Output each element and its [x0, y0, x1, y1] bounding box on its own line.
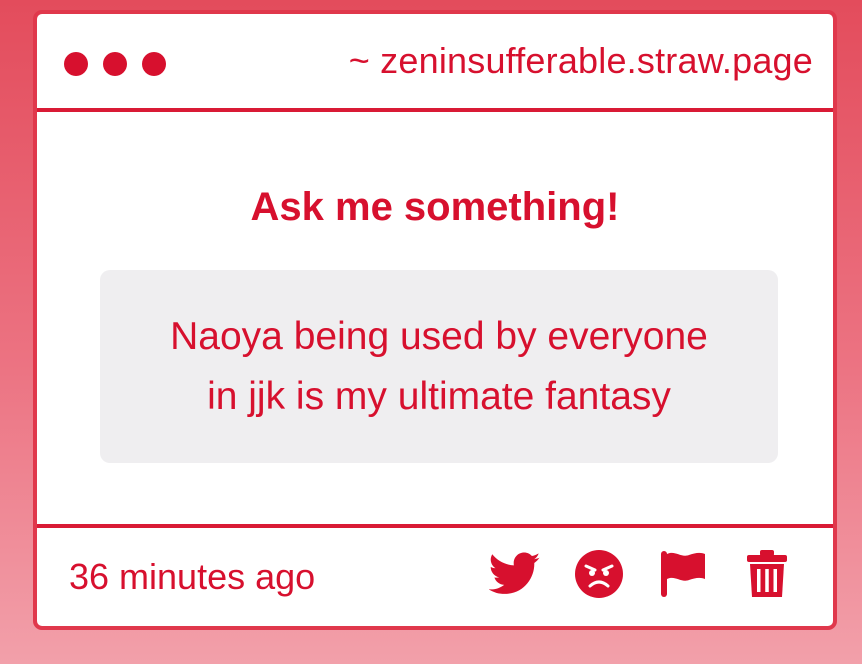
question-line-1: Naoya being used by everyone — [170, 314, 708, 358]
window-dot-2 — [103, 52, 127, 76]
window-titlebar: ~ zeninsufferable.straw.page — [37, 14, 833, 112]
window-controls — [64, 52, 166, 76]
flag-icon — [661, 551, 705, 597]
page-title: Ask me something! — [250, 185, 620, 229]
question-text-box: Naoya being used by everyone in jjk is m… — [100, 270, 778, 463]
question-text: Naoya being used by everyone in jjk is m… — [170, 307, 708, 427]
trash-icon — [747, 550, 787, 597]
report-flag-button[interactable] — [657, 548, 709, 600]
page-url: ~ zeninsufferable.straw.page — [348, 40, 813, 81]
delete-button[interactable] — [741, 548, 793, 600]
window-dot-3 — [142, 52, 166, 76]
card-body: Ask me something! Naoya being used by ev… — [37, 112, 833, 522]
window-dot-1 — [64, 52, 88, 76]
share-twitter-button[interactable] — [489, 548, 541, 600]
react-angry-button[interactable] — [573, 548, 625, 600]
action-bar — [489, 548, 793, 600]
question-card: ~ zeninsufferable.straw.page Ask me some… — [33, 10, 837, 630]
question-line-2: in jjk is my ultimate fantasy — [207, 374, 671, 418]
timestamp: 36 minutes ago — [69, 556, 316, 597]
angry-face-icon — [575, 550, 623, 598]
card-footer: 36 minutes ago — [37, 524, 833, 626]
twitter-icon — [489, 552, 541, 594]
